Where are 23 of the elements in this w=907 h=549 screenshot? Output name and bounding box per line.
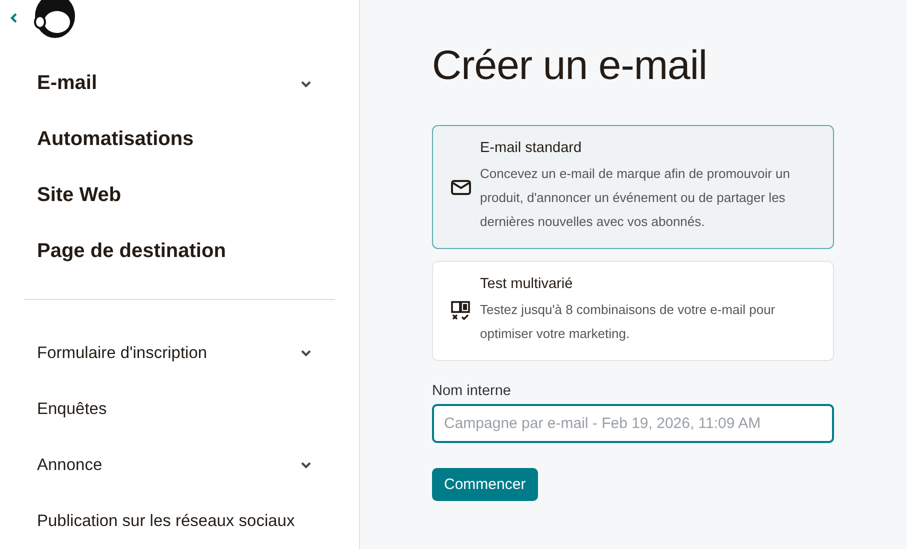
option-title: Test multivarié	[480, 276, 574, 292]
nav-item[interactable]: E-mail	[24, 56, 335, 112]
nav-item[interactable]: Publication sur les réseaux sociaux	[24, 493, 335, 549]
nav-item[interactable]: Enquêtes	[24, 381, 335, 438]
start-button[interactable]: Commencer	[432, 468, 538, 501]
page-title: Créer un e-mail	[432, 42, 708, 89]
nav-item[interactable]: Automatisations	[24, 112, 335, 168]
option-title: E-mail standard	[480, 140, 583, 156]
nav-item[interactable]: Site Web	[24, 168, 335, 224]
option-description: Testez jusqu'à 8 combinaisons de votre e-mail pour optimiser votre marketing.	[480, 301, 776, 343]
back-icon[interactable]	[10, 12, 18, 24]
name-input[interactable]: Campagne par e-mail - Feb 19, 2026, 11:09 AM	[432, 404, 834, 443]
chevron-down-icon[interactable]	[300, 461, 312, 470]
variants-icon	[450, 300, 472, 322]
chevron-down-icon[interactable]	[300, 80, 312, 88]
option-description: Concevez un e-mail de marque afin de promouvoir un produit, d'annoncer un événement ou de partager les dernières nouvelles avec vos abonnés.	[480, 165, 792, 231]
nav-item[interactable]: Formulaire d'inscription	[24, 325, 335, 382]
nav-item[interactable]: Annonce	[24, 437, 335, 494]
chevron-down-icon[interactable]	[300, 349, 312, 358]
option-card[interactable]: E-mail standard Concevez un e-mail de marque afin de promouvoir un produit, d'annoncer un événement ou de partager les dernières nouvelles avec vos abonnés.	[432, 125, 834, 249]
field-label: Nom interne	[432, 383, 512, 399]
option-card[interactable]: Test multivarié Testez jusqu'à 8 combinaisons de votre e-mail pour optimiser votre marketing.	[432, 261, 834, 361]
nav-item[interactable]: Page de destination	[24, 224, 335, 280]
